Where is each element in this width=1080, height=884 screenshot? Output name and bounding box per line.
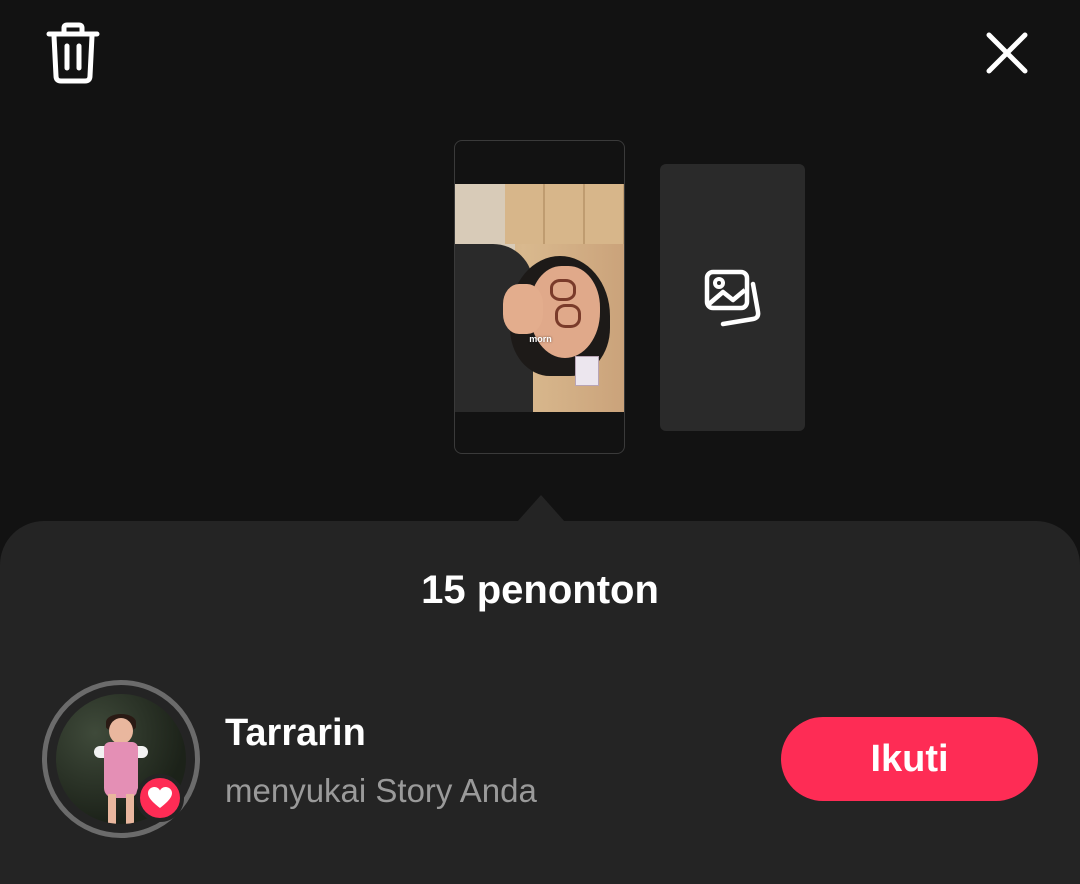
story-caption: morn <box>529 334 552 344</box>
viewer-list-item[interactable]: Tarrarin menyukai Story Anda Ikuti <box>0 676 1080 842</box>
sheet-pointer <box>517 495 565 522</box>
add-story-card[interactable] <box>660 164 805 431</box>
follow-button[interactable]: Ikuti <box>781 717 1038 801</box>
story-thumbnail[interactable]: morn <box>454 140 625 454</box>
viewers-count-title: 15 penonton <box>421 568 659 612</box>
story-viewers-screen: morn 15 penonton Tarrarin menyukai Story… <box>0 0 1080 884</box>
delete-button[interactable] <box>36 14 110 92</box>
gallery-icon <box>704 269 760 326</box>
close-icon <box>986 32 1028 74</box>
like-badge <box>136 774 184 822</box>
close-button[interactable] <box>970 16 1044 90</box>
trash-icon <box>46 22 100 84</box>
viewer-activity: menyukai Story Anda <box>225 772 537 809</box>
heart-icon <box>148 787 172 808</box>
viewer-name[interactable]: Tarrarin <box>225 712 366 755</box>
story-photo: morn <box>455 184 624 412</box>
